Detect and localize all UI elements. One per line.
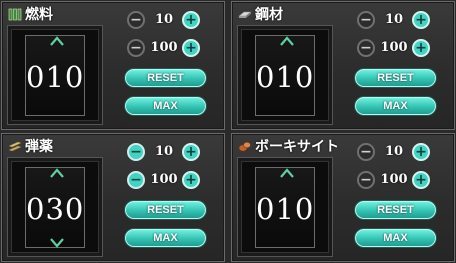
increase-large-button[interactable]: + — [182, 171, 200, 189]
panel-title-label: 燃料 — [25, 7, 53, 23]
decrease-small-button[interactable]: − — [357, 11, 375, 29]
increase-small-button[interactable]: + — [182, 143, 200, 161]
reset-button[interactable]: RESET — [125, 69, 206, 87]
increase-arrow-icon[interactable] — [50, 36, 64, 46]
value-frame: 010 — [255, 35, 315, 116]
decrease-large-button[interactable]: − — [357, 171, 375, 189]
decrease-large-button[interactable]: − — [357, 39, 375, 57]
step-row-large: − 100 + — [124, 171, 220, 189]
step-row-large: − 100 + — [354, 171, 450, 189]
increase-large-button[interactable]: + — [412, 39, 430, 57]
minus-icon: − — [130, 40, 142, 56]
minus-icon: − — [360, 40, 372, 56]
step-large-label: 100 — [150, 40, 178, 55]
step-small-label: 10 — [384, 144, 404, 159]
step-row-small: − 10 + — [124, 11, 220, 29]
decrease-small-button[interactable]: − — [357, 143, 375, 161]
increase-arrow-icon[interactable] — [50, 168, 64, 178]
value-frame: 030 — [25, 167, 85, 248]
reset-button[interactable]: RESET — [125, 201, 206, 219]
value-digits: 030 — [26, 192, 85, 226]
plus-icon: + — [415, 144, 427, 160]
value-display: 010 — [238, 158, 332, 256]
plus-icon: + — [415, 40, 427, 56]
value-display: 010 — [238, 26, 332, 124]
panel-title-label: 鋼材 — [255, 7, 283, 23]
decrease-large-button[interactable]: − — [127, 39, 145, 57]
plus-icon: + — [185, 40, 197, 56]
resource-panel-steel: 鋼材 010 − 10 + − 100 + RESET MAX — [231, 1, 455, 130]
increase-small-button[interactable]: + — [182, 11, 200, 29]
value-display: 030 — [8, 158, 102, 256]
value-display: 010 — [8, 26, 102, 124]
decrease-small-button[interactable]: − — [127, 11, 145, 29]
plus-icon: + — [415, 172, 427, 188]
ammo-icon — [8, 141, 22, 152]
plus-icon: + — [185, 172, 197, 188]
resource-panel-bauxite: ボーキサイト 010 − 10 + − 100 + RESET MAX — [231, 133, 455, 262]
decrease-large-button[interactable]: − — [127, 171, 145, 189]
step-large-label: 100 — [150, 172, 178, 187]
bauxite-icon — [238, 141, 251, 152]
decrease-arrow-icon[interactable] — [50, 238, 64, 248]
panel-title: ボーキサイト — [238, 136, 339, 156]
minus-icon: − — [130, 144, 142, 160]
step-large-label: 100 — [380, 172, 408, 187]
max-button[interactable]: MAX — [125, 97, 206, 115]
step-small-label: 10 — [154, 12, 174, 27]
minus-icon: − — [130, 172, 142, 188]
value-digits: 010 — [26, 60, 85, 94]
panel-title-label: ボーキサイト — [255, 139, 339, 155]
reset-button[interactable]: RESET — [355, 201, 436, 219]
step-row-small: − 10 + — [354, 11, 450, 29]
increase-large-button[interactable]: + — [182, 39, 200, 57]
step-small-label: 10 — [384, 12, 404, 27]
value-frame: 010 — [255, 167, 315, 248]
reset-button[interactable]: RESET — [355, 69, 436, 87]
resource-panel-fuel: 燃料 010 − 10 + − 100 + RESET MAX — [1, 1, 225, 130]
value-digits: 010 — [256, 192, 315, 226]
minus-icon: − — [130, 12, 142, 28]
steel-icon — [238, 11, 252, 18]
resource-panel-ammo: 弾薬 030 − 10 + − 100 + RESET MAX — [1, 133, 225, 262]
step-small-label: 10 — [154, 144, 174, 159]
step-row-large: − 100 + — [124, 39, 220, 57]
fuel-icon — [8, 8, 22, 21]
plus-icon: + — [185, 12, 197, 28]
increase-large-button[interactable]: + — [412, 171, 430, 189]
plus-icon: + — [415, 12, 427, 28]
value-frame: 010 — [25, 35, 85, 116]
decrease-small-button[interactable]: − — [127, 143, 145, 161]
panel-title: 燃料 — [8, 4, 53, 24]
step-large-label: 100 — [380, 40, 408, 55]
panel-title: 弾薬 — [8, 136, 53, 156]
max-button[interactable]: MAX — [125, 229, 206, 247]
increase-small-button[interactable]: + — [412, 143, 430, 161]
increase-small-button[interactable]: + — [412, 11, 430, 29]
minus-icon: − — [360, 172, 372, 188]
increase-arrow-icon[interactable] — [280, 168, 294, 178]
step-row-small: − 10 + — [124, 143, 220, 161]
step-row-large: − 100 + — [354, 39, 450, 57]
max-button[interactable]: MAX — [355, 229, 436, 247]
step-row-small: − 10 + — [354, 143, 450, 161]
max-button[interactable]: MAX — [355, 97, 436, 115]
panel-title-label: 弾薬 — [25, 139, 53, 155]
increase-arrow-icon[interactable] — [280, 36, 294, 46]
value-digits: 010 — [256, 60, 315, 94]
panel-title: 鋼材 — [238, 4, 283, 24]
minus-icon: − — [360, 144, 372, 160]
plus-icon: + — [185, 144, 197, 160]
minus-icon: − — [360, 12, 372, 28]
